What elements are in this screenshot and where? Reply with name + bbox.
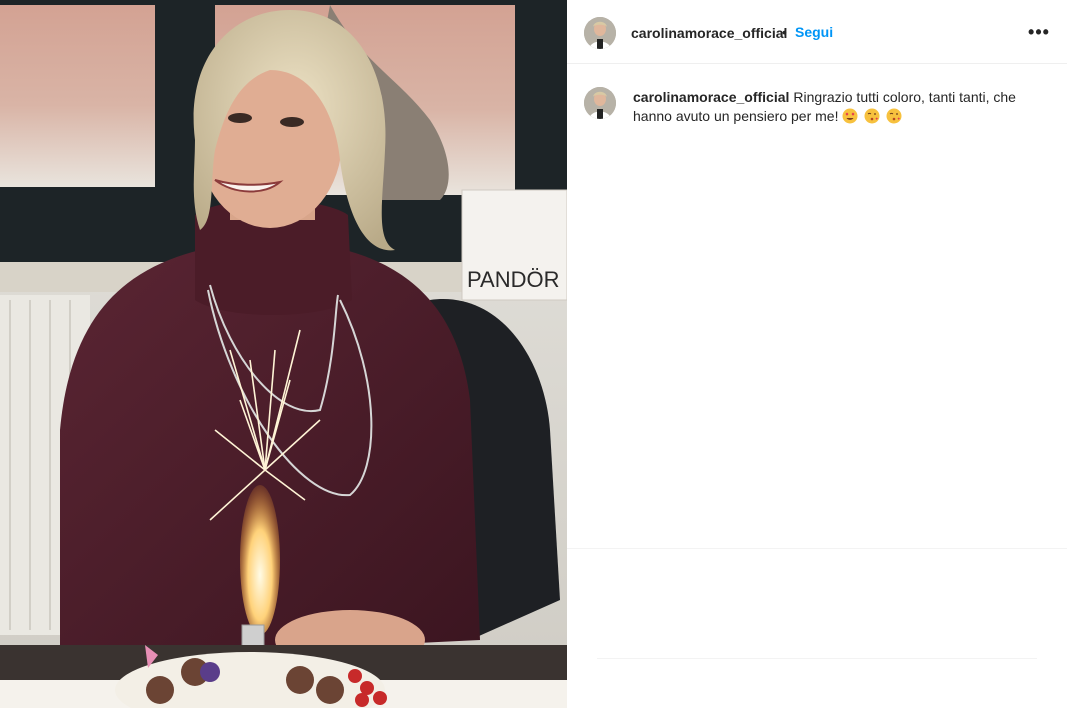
post-header: carolinamorace_official • Segui ••• [567,2,1067,64]
separator-dot: • [782,24,787,40]
avatar-image [584,17,616,49]
more-options-button[interactable]: ••• [1023,18,1055,46]
profile-avatar[interactable] [584,17,616,49]
avatar-image [584,87,616,119]
more-options-icon: ••• [1028,22,1050,42]
post-side-panel: carolinamorace_official • Segui ••• caro… [567,0,1067,708]
bag-logo-text: PANDÖR [467,267,560,292]
follow-button[interactable]: Segui [795,24,833,40]
heart-eyes-emoji-icon [842,108,858,124]
caption-avatar[interactable] [584,87,616,119]
divider-line [597,658,1037,659]
post-caption: carolinamorace_official Ringrazio tutti c… [633,88,1053,126]
header-username-link[interactable]: carolinamorace_official [631,25,787,41]
post-photo[interactable]: PANDÖR [0,0,567,708]
photo-image: PANDÖR [0,0,567,708]
blowing-kiss-emoji-icon [886,108,902,124]
divider-line [567,548,1067,549]
blowing-kiss-emoji-icon [864,108,880,124]
caption-username-link[interactable]: carolinamorace_official [633,89,789,105]
